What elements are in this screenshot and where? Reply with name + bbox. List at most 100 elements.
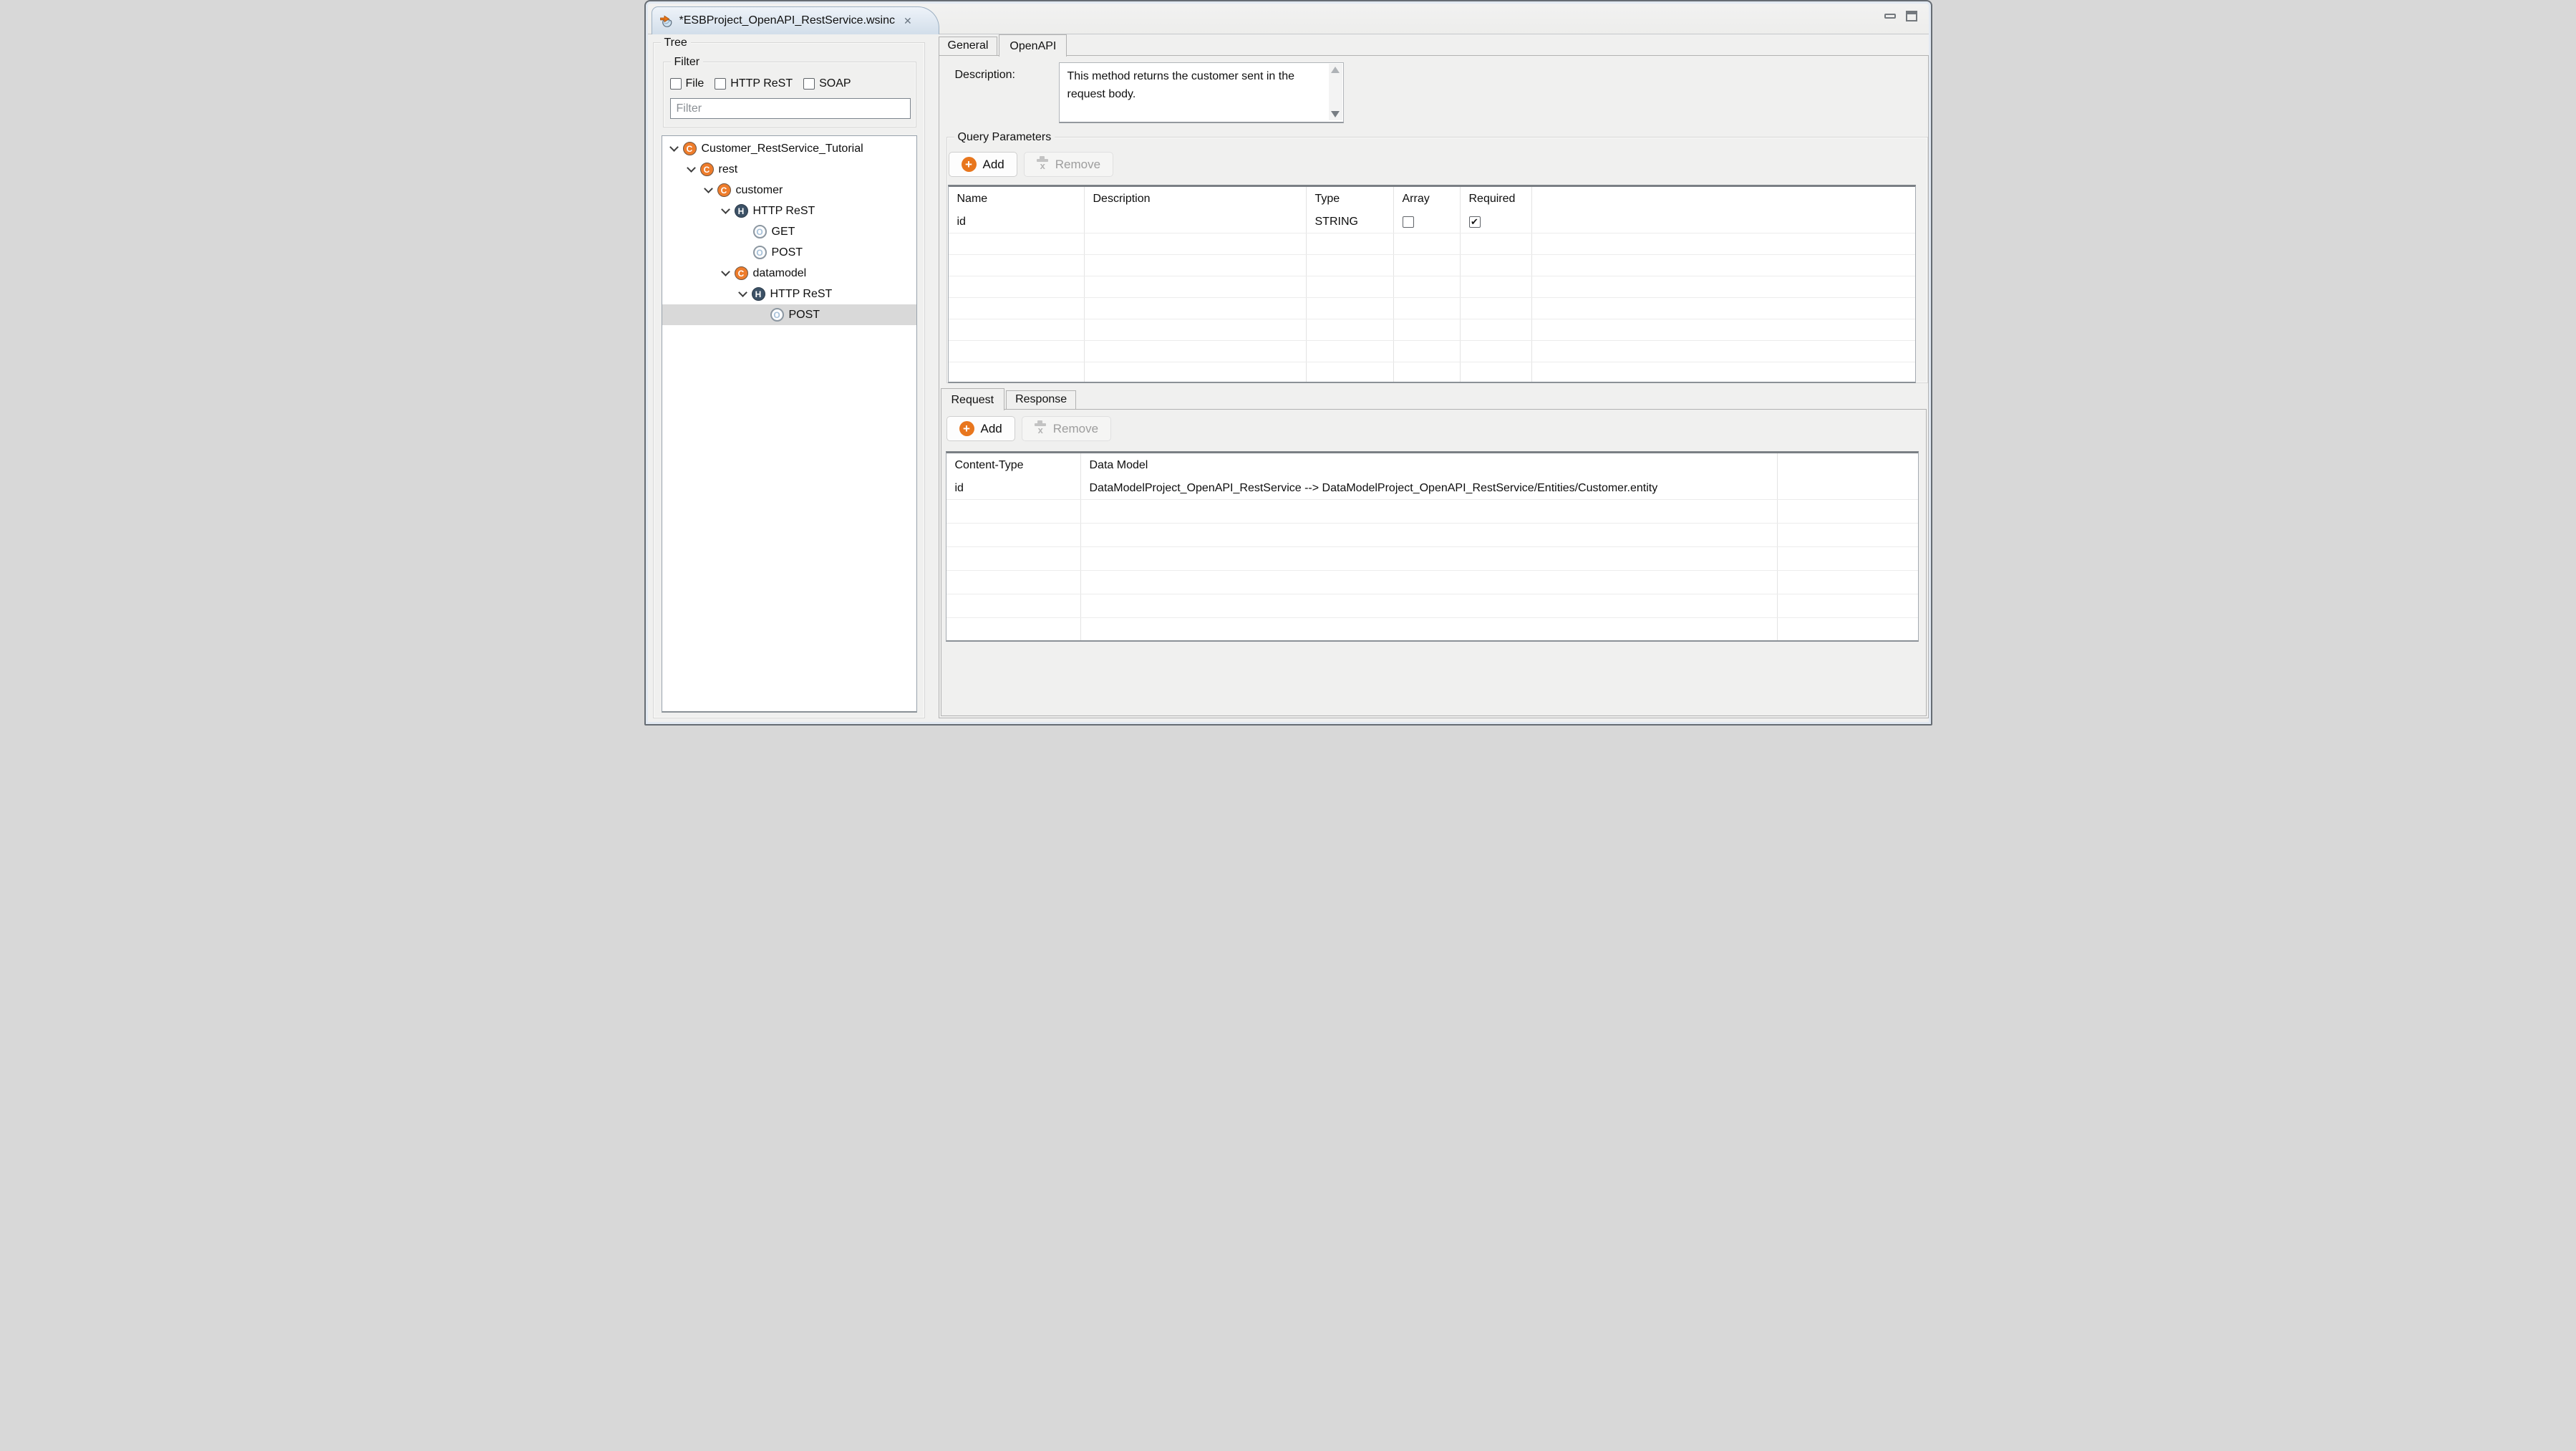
- checkbox-icon[interactable]: [1403, 216, 1414, 228]
- tree-item-label: customer: [736, 184, 783, 197]
- table-row-empty[interactable]: [949, 297, 1915, 319]
- chevron-down-icon[interactable]: [721, 267, 730, 276]
- remove-button[interactable]: x Remove: [1024, 152, 1113, 177]
- table-cell-empty: [1307, 362, 1394, 383]
- scrollbar[interactable]: [1329, 64, 1342, 120]
- service-tree[interactable]: CCustomer_RestService_TutorialCrestCcust…: [662, 135, 917, 713]
- remove-button[interactable]: x Remove: [1022, 416, 1111, 441]
- tab-general[interactable]: General: [939, 37, 998, 56]
- param-name-cell[interactable]: id: [949, 211, 1085, 233]
- table-cell-empty: [1461, 319, 1532, 340]
- table-cell-empty: [1461, 255, 1532, 276]
- tree-item-http-rest[interactable]: HHTTP ReST: [662, 201, 916, 221]
- table-row-empty[interactable]: [946, 499, 1918, 523]
- column-header-name[interactable]: Name: [949, 187, 1085, 211]
- operation-icon: O: [770, 308, 784, 322]
- chevron-down-icon[interactable]: [721, 205, 730, 214]
- tree-group-label: Tree: [661, 36, 691, 49]
- component-icon: C: [700, 163, 714, 176]
- chevron-down-icon[interactable]: [704, 184, 713, 193]
- column-header-content-type[interactable]: Content-Type: [946, 453, 1081, 477]
- table-cell-empty: [1778, 618, 1918, 641]
- table-row-empty[interactable]: [946, 570, 1918, 594]
- filter-input[interactable]: [670, 98, 911, 119]
- filter-checkboxes: File HTTP ReST SOAP: [670, 77, 851, 90]
- maximize-icon[interactable]: [1906, 11, 1917, 21]
- tree-item-customer-restservice-tutorial[interactable]: CCustomer_RestService_Tutorial: [662, 138, 916, 159]
- filter-checkbox-http-rest[interactable]: HTTP ReST: [715, 77, 793, 90]
- query-parameters-table[interactable]: NameDescriptionTypeArrayRequired id STRING: [948, 185, 1916, 383]
- column-header-required[interactable]: Required: [1461, 187, 1532, 211]
- description-label: Description:: [955, 69, 1015, 82]
- table-row-empty[interactable]: [949, 319, 1915, 340]
- request-response-tabs: RequestResponse: [941, 387, 1078, 410]
- table-cell-empty: [1081, 594, 1778, 617]
- chevron-down-icon[interactable]: [687, 163, 696, 173]
- table-cell-empty: [1532, 341, 1915, 362]
- checkbox-icon[interactable]: [715, 78, 726, 90]
- column-header-array[interactable]: Array: [1394, 187, 1461, 211]
- checkbox-icon[interactable]: [803, 78, 815, 90]
- chevron-down-icon[interactable]: [738, 288, 747, 297]
- table-row-empty[interactable]: [949, 362, 1915, 383]
- table-row-empty[interactable]: [946, 617, 1918, 641]
- tab-openapi[interactable]: OpenAPI: [999, 34, 1067, 57]
- plus-icon: +: [962, 157, 977, 172]
- table-row-empty[interactable]: [949, 254, 1915, 276]
- filter-checkbox-file[interactable]: File: [670, 77, 704, 90]
- table-cell-empty: [949, 298, 1085, 319]
- param-required-cell[interactable]: [1461, 211, 1532, 233]
- component-icon: C: [683, 142, 697, 155]
- tab-request[interactable]: Request: [941, 388, 1005, 410]
- editor-tab[interactable]: *ESBProject_OpenAPI_RestService.wsinc ✕: [652, 6, 939, 34]
- filter-group: Filter FileHTTP ReSTSOAP: [663, 62, 916, 127]
- chevron-down-icon[interactable]: [669, 143, 679, 152]
- query-parameters-group: Query Parameters + Add x Remove NameDesc…: [946, 137, 1928, 383]
- description-text: This method returns the customer sent in…: [1067, 67, 1322, 103]
- tree-item-post[interactable]: OPOST: [662, 304, 916, 325]
- table-row-empty[interactable]: [946, 546, 1918, 570]
- tree-item-post[interactable]: OPOST: [662, 242, 916, 263]
- scroll-up-icon[interactable]: [1331, 67, 1340, 73]
- request-table[interactable]: Content-TypeData ModelidDataModelProject…: [946, 451, 1919, 642]
- table-row[interactable]: id STRING: [949, 211, 1915, 233]
- description-textarea[interactable]: This method returns the customer sent in…: [1059, 62, 1344, 123]
- tree-item-datamodel[interactable]: Cdatamodel: [662, 263, 916, 284]
- table-row-empty[interactable]: [949, 276, 1915, 297]
- close-icon[interactable]: ✕: [904, 15, 912, 27]
- column-header-type[interactable]: Type: [1307, 187, 1394, 211]
- table-row-empty[interactable]: [946, 523, 1918, 546]
- http-rest-icon: H: [752, 287, 765, 301]
- add-button[interactable]: + Add: [949, 152, 1017, 177]
- scroll-down-icon[interactable]: [1331, 111, 1340, 117]
- column-header-data-model[interactable]: Data Model: [1081, 453, 1778, 477]
- column-header-description[interactable]: Description: [1085, 187, 1307, 211]
- tab-response[interactable]: Response: [1006, 390, 1076, 410]
- tree-item-customer[interactable]: Ccustomer: [662, 180, 916, 201]
- param-description-cell[interactable]: [1085, 211, 1307, 233]
- table-cell-empty: [1081, 500, 1778, 523]
- openapi-tab-content: Description: This method returns the cus…: [939, 55, 1929, 718]
- table-row-empty[interactable]: [949, 340, 1915, 362]
- add-button[interactable]: + Add: [946, 416, 1015, 441]
- table-cell-empty: [1081, 524, 1778, 546]
- table-row[interactable]: idDataModelProject_OpenAPI_RestService -…: [946, 477, 1918, 499]
- param-type-cell[interactable]: STRING: [1307, 211, 1394, 233]
- param-filler-cell: [1532, 211, 1915, 233]
- tree-item-rest[interactable]: Crest: [662, 159, 916, 180]
- table-cell-empty: [1532, 298, 1915, 319]
- checkbox-icon[interactable]: [1469, 216, 1481, 228]
- table-row-empty[interactable]: [946, 594, 1918, 617]
- table-cell-empty: [1085, 298, 1307, 319]
- minimize-icon[interactable]: [1884, 14, 1896, 19]
- data-model-cell[interactable]: DataModelProject_OpenAPI_RestService -->…: [1081, 477, 1778, 499]
- checkbox-icon[interactable]: [670, 78, 682, 90]
- content-type-cell[interactable]: id: [946, 477, 1081, 499]
- table-row-empty[interactable]: [949, 233, 1915, 254]
- table-cell-empty: [1394, 298, 1461, 319]
- param-array-cell[interactable]: [1394, 211, 1461, 233]
- operation-icon: O: [753, 246, 767, 259]
- tree-item-http-rest[interactable]: HHTTP ReST: [662, 284, 916, 304]
- tree-item-get[interactable]: OGET: [662, 221, 916, 242]
- filter-checkbox-soap[interactable]: SOAP: [803, 77, 851, 90]
